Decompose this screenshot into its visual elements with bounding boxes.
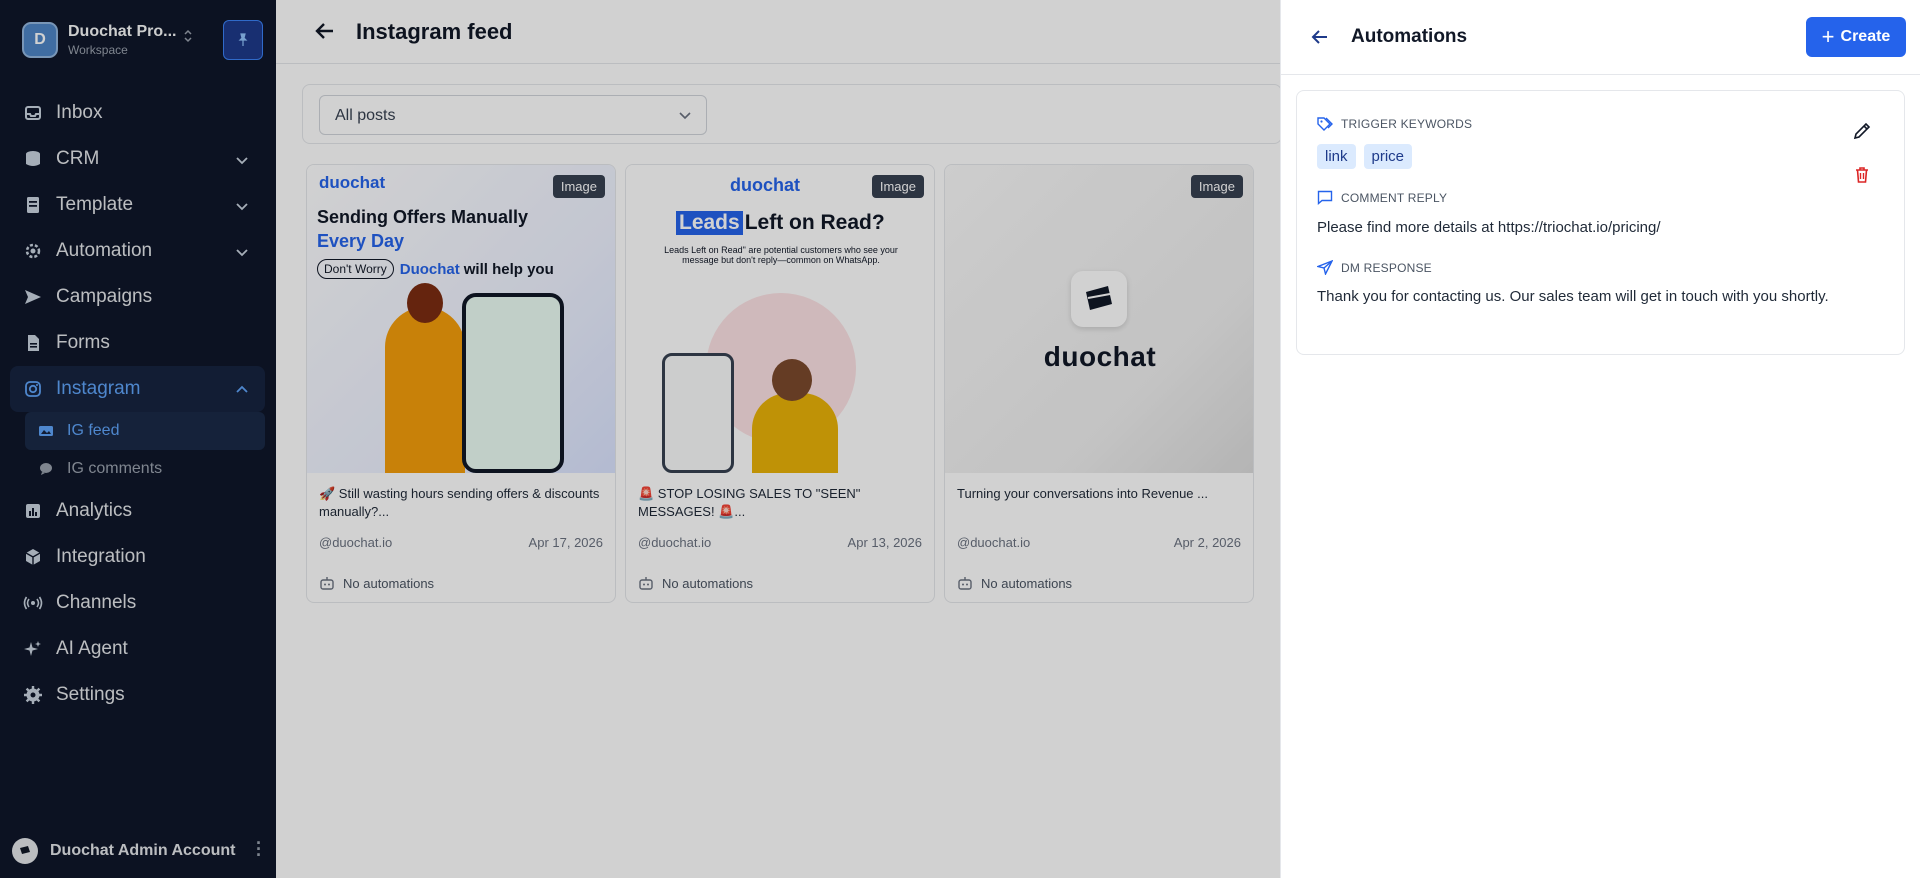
trash-icon[interactable] [1852, 165, 1872, 190]
create-button-label: Create [1840, 28, 1891, 45]
dm-response-label: DM RESPONSE [1317, 260, 1432, 275]
comment-reply-label: COMMENT REPLY [1317, 190, 1447, 205]
trigger-keywords-label: TRIGGER KEYWORDS [1317, 117, 1472, 131]
automations-panel: Automations + Create TRIGGER KEYWORDS li… [1280, 0, 1920, 878]
create-automation-button[interactable]: + Create [1806, 17, 1906, 57]
comment-reply-text: Please find more details at https://trio… [1317, 219, 1661, 236]
dm-response-text: Thank you for contacting us. Our sales t… [1317, 288, 1829, 305]
keyword-chip: price [1363, 144, 1413, 169]
pencil-icon[interactable] [1852, 121, 1872, 146]
message-square-icon [1317, 190, 1333, 205]
panel-title: Automations [1351, 26, 1468, 47]
keyword-chip: link [1317, 144, 1356, 169]
automation-card: TRIGGER KEYWORDS link price COMMENT REPL… [1296, 90, 1905, 355]
send-icon [1317, 260, 1333, 275]
panel-header: Automations + Create [1281, 0, 1920, 75]
keyword-chips: link price [1317, 144, 1420, 169]
section-label-text: TRIGGER KEYWORDS [1341, 117, 1473, 131]
plus-icon: + [1821, 24, 1835, 49]
tag-icon [1317, 117, 1333, 131]
back-arrow-icon[interactable] [1311, 28, 1329, 51]
modal-backdrop[interactable] [0, 0, 1280, 878]
section-label-text: DM RESPONSE [1341, 260, 1432, 275]
section-label-text: COMMENT REPLY [1341, 190, 1448, 205]
